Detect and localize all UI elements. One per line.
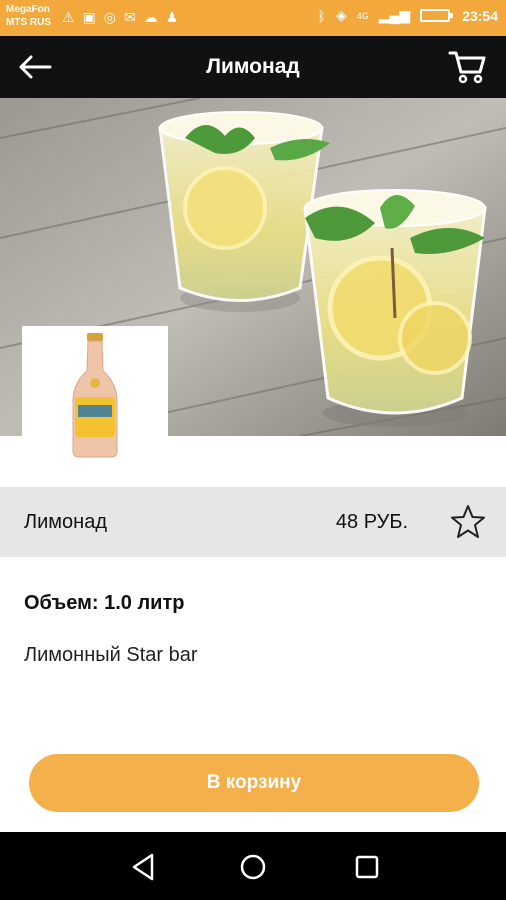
cart-icon: [448, 51, 486, 84]
add-to-cart-button[interactable]: В корзину: [29, 754, 479, 812]
nav-home-button[interactable]: [238, 852, 268, 882]
mail-icon: ✉: [124, 9, 136, 25]
warning-icon: ⚠: [62, 9, 75, 25]
cart-button[interactable]: [448, 48, 488, 86]
product-price: 48 РУБ.: [335, 510, 408, 533]
vibrate-icon: ◈: [335, 7, 347, 23]
carrier-info: MegaFon MTS RUS: [6, 3, 51, 29]
app-toolbar: Лимонад: [0, 36, 506, 98]
carrier-secondary: MTS RUS: [6, 17, 51, 28]
back-button[interactable]: [18, 50, 58, 84]
cloud-icon: ☁: [143, 9, 158, 25]
battery-icon: [420, 9, 454, 22]
product-description: Лимонный Star bar: [24, 644, 198, 666]
system-navigation-bar: [0, 832, 506, 900]
status-bar: MegaFon MTS RUS ⚠ ▣ ◎ ✉ ☁ ♟ ᛒ ◈ 4G ▂▄▆ 2…: [0, 0, 506, 36]
notification-icons: ⚠ ▣ ◎ ✉ ☁ ♟: [62, 9, 178, 25]
nav-back-button[interactable]: [128, 852, 158, 882]
carrier-primary: MegaFon: [6, 4, 50, 15]
person-icon: ♟: [165, 9, 179, 25]
signal-icon: ▂▄▆: [378, 7, 411, 23]
instagram-icon: ◎: [103, 9, 117, 25]
bottle-image: [72, 333, 118, 458]
product-volume: Объем: 1.0 литр: [24, 592, 185, 614]
product-thumbnail[interactable]: [22, 326, 168, 466]
circle-home-icon: [240, 854, 266, 880]
network-type-label: 4G: [356, 10, 369, 21]
product-header-bar: Лимонад 48 РУБ.: [0, 487, 506, 557]
bluetooth-icon: ᛒ: [317, 7, 326, 24]
arrow-left-icon: [19, 55, 52, 79]
square-recents-icon: [355, 855, 379, 879]
star-outline-icon: [451, 505, 485, 538]
image-icon: ▣: [82, 9, 96, 25]
system-icons: ᛒ ◈ 4G ▂▄▆ 23:54: [318, 7, 498, 24]
clock: 23:54: [462, 7, 498, 24]
product-name: Лимонад: [24, 510, 108, 533]
page-title: Лимонад: [206, 55, 300, 78]
triangle-back-icon: [132, 853, 154, 881]
favorite-button[interactable]: [450, 504, 486, 540]
nav-recents-button[interactable]: [352, 852, 382, 882]
